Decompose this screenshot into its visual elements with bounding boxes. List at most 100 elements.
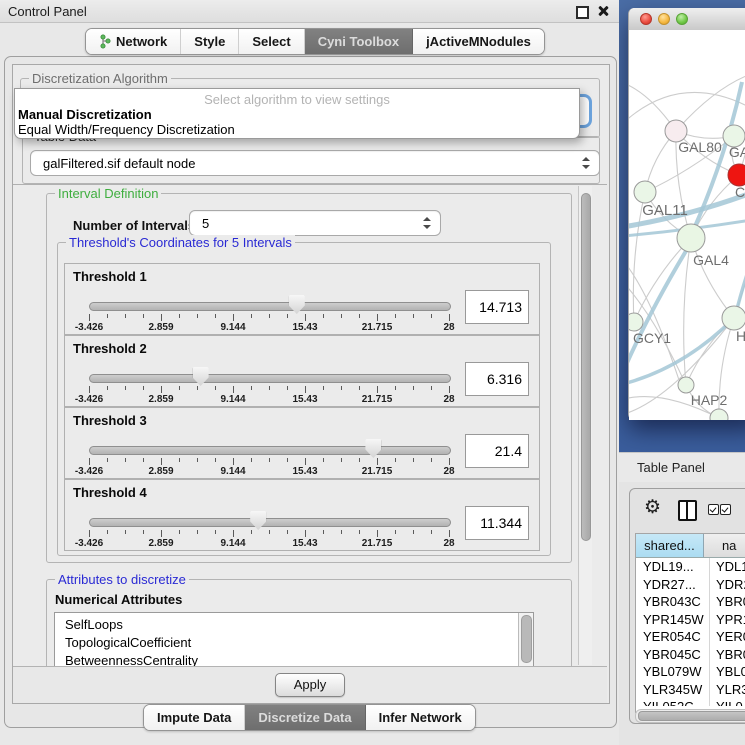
slider-track[interactable] bbox=[89, 446, 451, 455]
network-view-window: GAL80GACGAL11GAL4GCY1HHAP2 bbox=[628, 8, 745, 420]
table-panel-body: ⚙ shared... na YDL19...YDL1YDR27...YDR2Y… bbox=[619, 482, 745, 745]
threshold-slider[interactable]: -3.4262.8599.14415.4321.71528 bbox=[89, 294, 449, 332]
numerical-attributes-list[interactable]: SelfLoopsTopologicalCoefficientBetweenne… bbox=[54, 612, 534, 668]
cell-shared-name: YBR043C bbox=[636, 593, 710, 611]
settings-vertical-scrollbar[interactable] bbox=[578, 186, 592, 665]
algorithm-dropdown-popup: Select algorithm to view settings Manual… bbox=[14, 88, 580, 139]
threshold-slider[interactable]: -3.4262.8599.14415.4321.71528 bbox=[89, 510, 449, 548]
slider-tick-labels: -3.4262.8599.14415.4321.71528 bbox=[89, 322, 449, 333]
zoom-traffic-light[interactable] bbox=[676, 13, 688, 25]
scrollbar-thumb[interactable] bbox=[521, 615, 532, 663]
table-horizontal-scrollbar[interactable] bbox=[635, 709, 745, 723]
network-node-gcy1[interactable] bbox=[629, 313, 643, 331]
table-row[interactable]: YDR27...YDR2 bbox=[636, 576, 745, 594]
tab-style[interactable]: Style bbox=[181, 29, 239, 54]
threshold-value-field[interactable]: 14.713 bbox=[465, 290, 529, 324]
threshold-slider[interactable]: -3.4262.8599.14415.4321.71528 bbox=[89, 438, 449, 476]
threshold-value-field[interactable]: 21.4 bbox=[465, 434, 529, 468]
network-graph: GAL80GACGAL11GAL4GCY1HHAP2 bbox=[629, 30, 745, 420]
threshold-value-field[interactable]: 6.316 bbox=[465, 362, 529, 396]
dropdown-option-equal-width-frequency[interactable]: Equal Width/Frequency Discretization bbox=[18, 122, 235, 137]
threshold-label: Threshold 3 bbox=[73, 413, 147, 428]
gear-icon[interactable]: ⚙ bbox=[644, 498, 661, 517]
columns-icon[interactable] bbox=[678, 500, 697, 521]
tab-network[interactable]: Network bbox=[86, 29, 181, 54]
window-title: Control Panel bbox=[8, 4, 87, 19]
table-row[interactable]: YPR145WYPR1 bbox=[636, 611, 745, 629]
network-node-gal4[interactable] bbox=[677, 224, 705, 252]
tick-label: 15.43 bbox=[292, 538, 317, 549]
tab-jactivemnodules[interactable]: jActiveMNodules bbox=[413, 29, 544, 54]
threshold-label: Threshold 1 bbox=[73, 269, 147, 284]
tick-label: 15.43 bbox=[292, 322, 317, 333]
close-icon[interactable] bbox=[597, 5, 609, 17]
tab-infer-network[interactable]: Infer Network bbox=[366, 705, 475, 730]
slider-track[interactable] bbox=[89, 302, 451, 311]
table-rows: YDL19...YDL1YDR27...YDR2YBR043CYBR0YPR14… bbox=[636, 558, 745, 706]
column-header-shared-name[interactable]: shared... bbox=[636, 534, 704, 558]
thresholds-group-title: Threshold's Coordinates for 5 Intervals bbox=[66, 235, 295, 250]
table-row[interactable]: YER054CYER0 bbox=[636, 628, 745, 646]
slider-thumb[interactable] bbox=[193, 367, 209, 386]
table-row[interactable]: YBR045CYBR0 bbox=[636, 646, 745, 664]
network-node-gal11[interactable] bbox=[634, 181, 656, 203]
table-panel-title: Table Panel bbox=[637, 460, 705, 475]
apply-button[interactable]: Apply bbox=[275, 673, 345, 697]
interval-definition-group: Interval Definition Number of Intervals … bbox=[46, 193, 572, 563]
tick-label: 21.715 bbox=[362, 322, 393, 333]
network-node-c[interactable] bbox=[728, 164, 745, 186]
checkbox-icon[interactable] bbox=[720, 504, 731, 515]
node-label-gcy1: GCY1 bbox=[633, 330, 671, 346]
table-row[interactable]: YDL19...YDL1 bbox=[636, 558, 745, 576]
table-data-selected-value: galFiltered.sif default node bbox=[43, 156, 195, 171]
slider-thumb[interactable] bbox=[289, 295, 305, 314]
minimize-traffic-light[interactable] bbox=[658, 13, 670, 25]
tick-label: 28 bbox=[443, 394, 454, 405]
tab-cyni-toolbox[interactable]: Cyni Toolbox bbox=[305, 29, 413, 54]
top-tab-bar: NetworkStyleSelectCyni ToolboxjActiveMNo… bbox=[85, 28, 545, 55]
threshold-slider[interactable]: -3.4262.8599.14415.4321.71528 bbox=[89, 366, 449, 404]
slider-tick-labels: -3.4262.8599.14415.4321.71528 bbox=[89, 394, 449, 405]
dropdown-option-manual-discretization[interactable]: Manual Discretization bbox=[18, 107, 152, 122]
tab-impute-data[interactable]: Impute Data bbox=[144, 705, 245, 730]
slider-ticks bbox=[89, 314, 449, 322]
cell-name: YIL0 bbox=[710, 698, 743, 706]
attribute-item-topologicalcoefficient[interactable]: TopologicalCoefficient bbox=[55, 634, 533, 652]
tab-label: Infer Network bbox=[379, 710, 462, 725]
table-row[interactable]: YLR345WYLR3 bbox=[636, 681, 745, 699]
attribute-item-selfloops[interactable]: SelfLoops bbox=[55, 616, 533, 634]
checkbox-icon[interactable] bbox=[708, 504, 719, 515]
network-canvas[interactable]: GAL80GACGAL11GAL4GCY1HHAP2 bbox=[629, 30, 745, 420]
scrollbar-thumb[interactable] bbox=[638, 711, 745, 721]
table-row[interactable]: YBR043CYBR0 bbox=[636, 593, 745, 611]
tab-select[interactable]: Select bbox=[239, 29, 304, 54]
float-window-icon[interactable] bbox=[576, 6, 589, 19]
threshold-value-field[interactable]: 11.344 bbox=[465, 506, 529, 540]
column-header-name[interactable]: na bbox=[704, 534, 745, 558]
node-attribute-table: shared... na YDL19...YDL1YDR27...YDR2YBR… bbox=[635, 533, 745, 713]
network-node-hap2[interactable] bbox=[678, 377, 694, 393]
scrollbar-thumb[interactable] bbox=[581, 193, 591, 541]
tick-label: 9.144 bbox=[220, 394, 245, 405]
tab-discretize-data[interactable]: Discretize Data bbox=[245, 705, 365, 730]
slider-thumb[interactable] bbox=[365, 439, 381, 458]
cell-name: YDR2 bbox=[710, 576, 745, 594]
network-node-bot[interactable] bbox=[710, 409, 728, 420]
list-vertical-scrollbar[interactable] bbox=[518, 613, 533, 668]
table-data-combobox[interactable]: galFiltered.sif default node bbox=[30, 150, 600, 176]
slider-thumb[interactable] bbox=[250, 511, 266, 530]
network-node-h[interactable] bbox=[722, 306, 745, 330]
table-row[interactable]: YIL052CYIL0 bbox=[636, 698, 745, 706]
table-row[interactable]: YBL079WYBL0 bbox=[636, 663, 745, 681]
tick-label: 15.43 bbox=[292, 394, 317, 405]
close-traffic-light[interactable] bbox=[640, 13, 652, 25]
dropdown-hint-option[interactable]: Select algorithm to view settings bbox=[15, 92, 579, 107]
slider-track[interactable] bbox=[89, 374, 451, 383]
cell-shared-name: YLR345W bbox=[636, 681, 710, 699]
threshold-panel-2: Threshold 2 -3.4262.8599.14415.4321.7152… bbox=[64, 335, 540, 407]
cell-shared-name: YDL19... bbox=[636, 558, 710, 576]
number-of-intervals-combobox[interactable]: 5 bbox=[189, 210, 441, 236]
slider-track[interactable] bbox=[89, 518, 451, 527]
table-panel-container: ⚙ shared... na YDL19...YDL1YDR27...YDR2Y… bbox=[629, 488, 745, 724]
cell-name: YER0 bbox=[710, 628, 745, 646]
